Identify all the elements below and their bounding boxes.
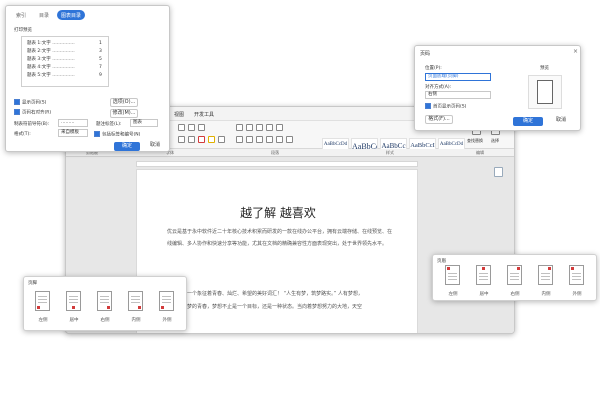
align-center-icon[interactable] [246, 136, 253, 143]
doc-paragraph-3: 梦的青春，梦想不止是一个目标，还是一种状态。当向着梦想努力的大地，天空 [187, 304, 363, 310]
toc-line-2: 题表 2:文字 …………… 3 [27, 49, 102, 54]
indent-icon[interactable] [256, 124, 263, 131]
tab-leader-select[interactable]: ……… [58, 119, 88, 127]
close-icon[interactable]: × [573, 48, 578, 55]
header-label-right: 右侧 [510, 292, 520, 297]
header-label-inside: 内侧 [541, 292, 551, 297]
position-select[interactable]: 页面底端(页脚) [425, 73, 491, 81]
ok-button[interactable]: 确定 [513, 117, 543, 126]
outdent-icon[interactable] [266, 124, 273, 131]
cancel-button[interactable]: 取消 [142, 142, 168, 151]
position-label: 位置(P): [425, 66, 442, 71]
toc-line-3: 题表 3:文字 …………… 5 [27, 57, 102, 62]
checkbox-checked-icon [14, 109, 20, 115]
find-replace-label[interactable]: 查找替换 [467, 138, 483, 144]
toc-line-1: 题表 1:文字 …………… 1 [27, 41, 102, 46]
caption-label: 题注标签(L): [96, 122, 122, 127]
tab-index[interactable]: 索引 [12, 10, 30, 20]
preview-box [528, 75, 562, 109]
sort-icon[interactable] [276, 124, 283, 131]
highlight-icon[interactable] [208, 136, 215, 143]
header-option-left[interactable] [445, 265, 460, 285]
header-label-outside: 外侧 [572, 292, 582, 297]
page-number-dialog: 页码 × 位置(P): 页面底端(页脚) 对齐方式(A): 右侧 首页显示页码(… [414, 45, 581, 131]
bold-icon[interactable] [178, 136, 185, 143]
select-label[interactable]: 选择 [491, 138, 499, 144]
font-color-icon[interactable] [198, 136, 205, 143]
page-preview-icon [537, 80, 553, 104]
footer-popup: 页脚 左侧 居中 右侧 内侧 外侧 [23, 276, 187, 331]
preview-label: 预览 [540, 66, 549, 71]
clear-format-icon[interactable] [198, 124, 205, 131]
font-size-down-icon[interactable] [188, 124, 195, 131]
include-label-checkbox[interactable]: 包括标签和编号(N) [94, 131, 140, 138]
group-edit: 编辑 [476, 150, 484, 155]
footer-option-left[interactable] [35, 291, 50, 311]
alignment-label: 对齐方式(A): [425, 85, 452, 90]
align-left-icon[interactable] [236, 136, 243, 143]
justify-icon[interactable] [266, 136, 273, 143]
show-page-numbers-checkbox[interactable]: 显示页码(S) [14, 99, 46, 106]
alignment-select[interactable]: 右侧 [425, 91, 491, 99]
menu-item-developer[interactable]: 开发工具 [194, 111, 214, 118]
toc-line-5: 题表 5:文字 …………… 9 [27, 73, 102, 78]
header-option-inside[interactable] [538, 265, 553, 285]
options-button[interactable]: 选项(O)... [110, 98, 138, 107]
menu-item-view[interactable]: 视图 [174, 111, 184, 118]
print-preview-label: 打印预览 [14, 28, 32, 33]
print-preview-box: 题表 1:文字 …………… 1 题表 2:文字 …………… 3 题表 3:文字 ……… [21, 36, 109, 87]
first-page-checkbox[interactable]: 首页显示页码(S) [425, 103, 466, 110]
popup-title: 页脚 [28, 281, 37, 286]
cancel-button[interactable]: 取消 [547, 117, 575, 126]
header-option-center[interactable] [476, 265, 491, 285]
popup-title: 页眉 [437, 259, 446, 264]
modify-button[interactable]: 修改(M)... [110, 109, 138, 118]
checkbox-checked-icon [14, 99, 20, 105]
header-option-right[interactable] [507, 265, 522, 285]
tab-toc[interactable]: 目录 [35, 10, 53, 20]
footer-label-center: 居中 [69, 318, 79, 323]
footer-label-inside: 内侧 [131, 318, 141, 323]
footer-label-left: 左侧 [38, 318, 48, 323]
ok-button[interactable]: 确定 [114, 142, 140, 151]
right-align-checkbox[interactable]: 页码右对齐(R) [14, 109, 51, 116]
dialog-title: 页码 [420, 51, 431, 57]
footer-label-outside: 外侧 [162, 318, 172, 323]
number-list-icon[interactable] [246, 124, 253, 131]
doc-paragraph-1: 优云是基于永中软件近二十年核心技术积累而研发的一款在线办公平台，拥有云端存储、在… [167, 229, 393, 247]
doc-paragraph-2: 一个象征着青春、灿烂、希望的美好词汇！ “人生有梦，筑梦路实。” 人有梦想， [187, 291, 363, 297]
footer-option-inside[interactable] [128, 291, 143, 311]
align-right-icon[interactable] [256, 136, 263, 143]
toc-line-4: 题表 4:文字 …………… 7 [27, 65, 102, 70]
bullet-list-icon[interactable] [236, 124, 243, 131]
tab-figure-toc[interactable]: 图表目录 [57, 10, 86, 20]
format-button[interactable]: 格式(F)... [425, 115, 453, 124]
toc-dialog: 索引 目录 图表目录 打印预览 题表 1:文字 …………… 1 题表 2:文字 …… [5, 5, 170, 152]
doc-title: 越了解 越喜欢 [240, 206, 316, 220]
footer-option-center[interactable] [66, 291, 81, 311]
group-paragraph: 段落 [271, 150, 279, 155]
footer-option-right[interactable] [97, 291, 112, 311]
shading-icon[interactable] [286, 136, 293, 143]
font-size-up-icon[interactable] [178, 124, 185, 131]
header-popup: 页眉 左侧 居中 右侧 内侧 外侧 [432, 254, 597, 301]
italic-icon[interactable] [188, 136, 195, 143]
checkbox-checked-icon [94, 131, 100, 137]
map-pin-icon[interactable] [494, 167, 503, 177]
checkbox-checked-icon [425, 103, 431, 109]
group-styles: 样式 [386, 150, 394, 155]
horizontal-ruler[interactable] [136, 161, 418, 167]
footer-option-outside[interactable] [159, 291, 174, 311]
header-label-left: 左侧 [448, 292, 458, 297]
tab-leader-label: 制表符前导符(B): [14, 122, 50, 127]
header-option-outside[interactable] [569, 265, 584, 285]
format-label: 格式(T): [14, 132, 31, 137]
footer-label-right: 右侧 [100, 318, 110, 323]
format-select[interactable]: 来自模板 [58, 129, 88, 137]
line-spacing-icon[interactable] [276, 136, 283, 143]
caption-select[interactable]: 图表 [130, 119, 158, 127]
char-border-icon[interactable] [218, 136, 225, 143]
header-label-center: 居中 [479, 292, 489, 297]
